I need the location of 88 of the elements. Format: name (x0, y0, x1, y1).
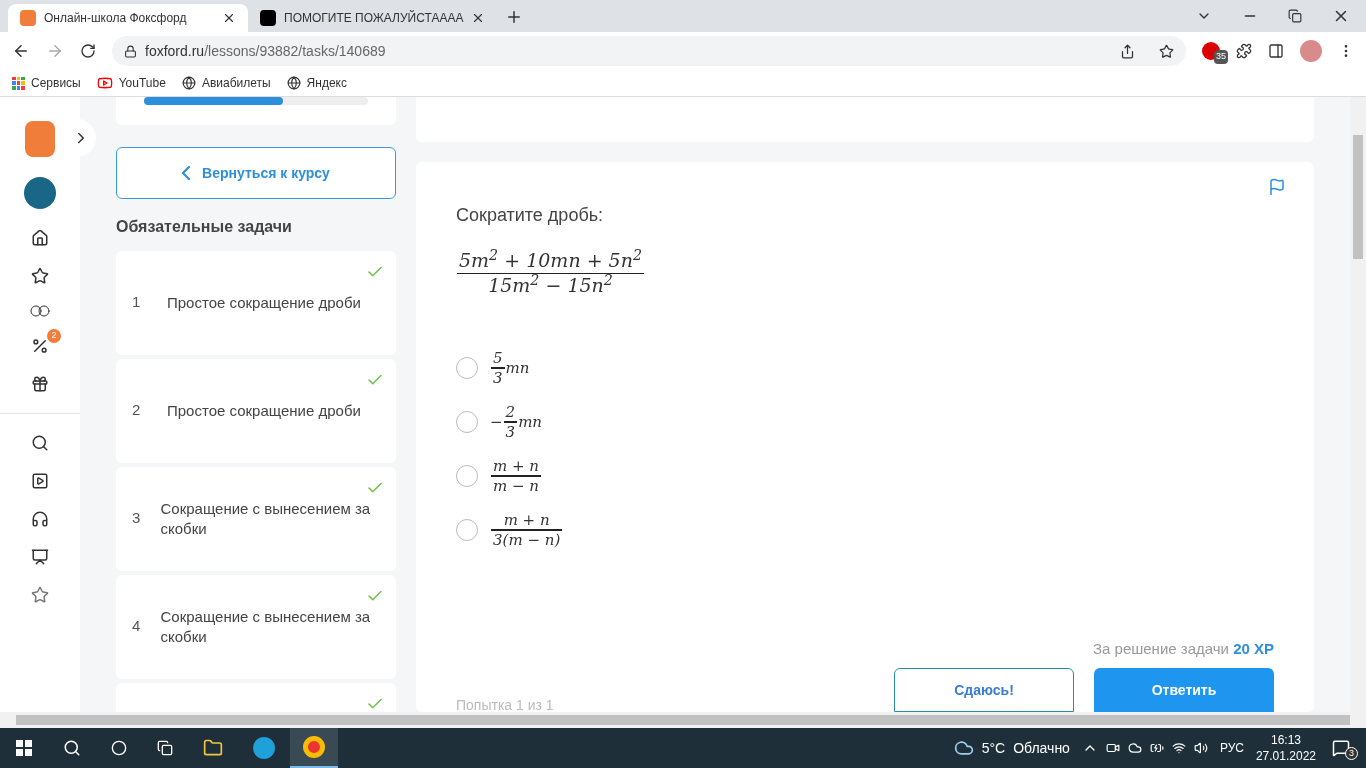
star-icon[interactable] (31, 267, 49, 285)
presentation-icon[interactable] (31, 548, 49, 566)
home-icon[interactable] (31, 229, 49, 247)
task-card[interactable]: 3 Сокращение с вынесением за скобки (116, 467, 396, 571)
headphones-icon[interactable] (31, 510, 49, 528)
expression-denominator: 15m$^{2}$ − 15n$^{2}$ (487, 274, 614, 298)
give-up-button[interactable]: Сдаюсь! (894, 668, 1074, 712)
browser-tab[interactable]: ПОМОГИТЕ ПОЖАЛУЙСТАААА (248, 4, 498, 32)
notification-count: 3 (1345, 747, 1358, 760)
battery-icon[interactable] (1149, 741, 1164, 755)
task-title: Сокращение с вынесением за скобки (160, 607, 372, 647)
option-numerator: 2 (504, 402, 517, 422)
cortana-icon[interactable] (111, 740, 127, 756)
share-icon[interactable] (1120, 43, 1135, 59)
reward-text: За решение задачи 20 XP (1092, 638, 1274, 659)
weather-temperature: 5°C (981, 738, 1006, 758)
option-denominator: m − n (492, 476, 540, 496)
avatar[interactable] (24, 177, 56, 209)
back-icon[interactable] (12, 42, 30, 60)
vertical-scrollbar[interactable] (1350, 97, 1366, 712)
lock-icon (124, 44, 137, 58)
task-number: 2 (132, 400, 142, 420)
bookmark[interactable]: YouTube (96, 74, 166, 92)
task-card[interactable]: 4 Сокращение с вынесением за скобки (116, 575, 396, 679)
clock-time: 16:13 (1270, 732, 1301, 748)
task-title: Простое сокращение дроби (167, 401, 362, 421)
browser-tab[interactable]: Онлайн-школа Фоксфорд (8, 4, 248, 32)
bookmark-star-icon[interactable] (1159, 43, 1174, 59)
globe-icon (286, 76, 301, 90)
option-variable: mn (518, 411, 542, 433)
task-card[interactable]: 1 Простое сокращение дроби (116, 251, 396, 355)
weather-condition: Облачно (1013, 738, 1070, 758)
bookmark[interactable]: Сервисы (12, 74, 81, 92)
camera-icon[interactable] (1105, 741, 1120, 755)
horizontal-scrollbar[interactable] (0, 712, 1366, 728)
section-title: Обязательные задачи (116, 217, 293, 237)
expression-numerator: 5m$^{2}$ + 10mn + 5n$^{2}$ (458, 249, 644, 273)
bookmark[interactable]: Яндекс (286, 74, 347, 92)
tab-title: ПОМОГИТЕ ПОЖАЛУЙСТАААА (284, 9, 464, 27)
side-panel-icon[interactable] (1268, 43, 1284, 59)
search-icon[interactable] (31, 434, 49, 452)
discount-icon[interactable] (31, 337, 49, 355)
minus-sign: − (490, 411, 503, 433)
option-denominator: 3 (504, 422, 517, 442)
profile-avatar[interactable] (1300, 40, 1322, 62)
url-text: foxford.ru/lessons/93882/tasks/140689 (145, 41, 387, 61)
flag-icon[interactable] (1268, 178, 1286, 196)
task-title: Сокращение с вынесением за скобки (160, 499, 372, 539)
option-denominator: 3 (492, 368, 504, 388)
task-number: 1 (132, 292, 142, 312)
search-icon[interactable] (63, 739, 81, 757)
close-icon[interactable] (222, 11, 236, 25)
task-card[interactable]: 2 Простое сокращение дроби (116, 359, 396, 463)
task-prompt: Сократите дробь: (456, 204, 605, 227)
attempts-text: Попытка 1 из 1 (456, 696, 554, 712)
address-bar[interactable]: foxford.ru/lessons/93882/tasks/140689 (112, 36, 1186, 66)
extensions-icon[interactable] (1236, 43, 1252, 59)
chevron-left-icon (182, 166, 191, 180)
restore-icon[interactable] (1288, 9, 1302, 23)
option-numerator: m + n (502, 510, 551, 530)
rings-icon[interactable] (30, 305, 50, 317)
option-numerator: 5 (492, 348, 504, 368)
language-indicator[interactable]: РУС (1219, 739, 1244, 757)
notifications-icon[interactable] (1332, 739, 1350, 757)
option-numerator: m + n (492, 456, 540, 476)
task-number: 3 (132, 508, 142, 528)
wifi-icon[interactable] (1171, 741, 1186, 755)
apps-grid-icon (12, 76, 25, 90)
star-icon[interactable] (31, 586, 49, 604)
option-variable: mn (505, 357, 530, 379)
cloud-icon[interactable] (953, 738, 974, 758)
bookmark[interactable]: Авиабилеты (181, 74, 271, 92)
cloud-icon[interactable] (1127, 741, 1142, 755)
globe-icon (181, 76, 196, 90)
tab-favicon-icon (260, 10, 276, 26)
gift-icon[interactable] (31, 375, 49, 393)
play-icon[interactable] (31, 472, 49, 490)
task-title: Простое сокращение дроби (167, 293, 362, 313)
reload-icon[interactable] (80, 43, 96, 59)
folder-icon[interactable] (203, 738, 223, 758)
play-icon (96, 75, 113, 91)
task-number: 4 (132, 616, 142, 636)
option-denominator: 3(m − n) (492, 530, 562, 550)
task-view-icon[interactable] (157, 740, 173, 756)
volume-icon[interactable] (1193, 741, 1208, 755)
clock-date: 27.01.2022 (1255, 748, 1316, 764)
discount-badge: 2 (47, 329, 61, 343)
tab-title: Онлайн-школа Фоксфорд (44, 10, 188, 27)
